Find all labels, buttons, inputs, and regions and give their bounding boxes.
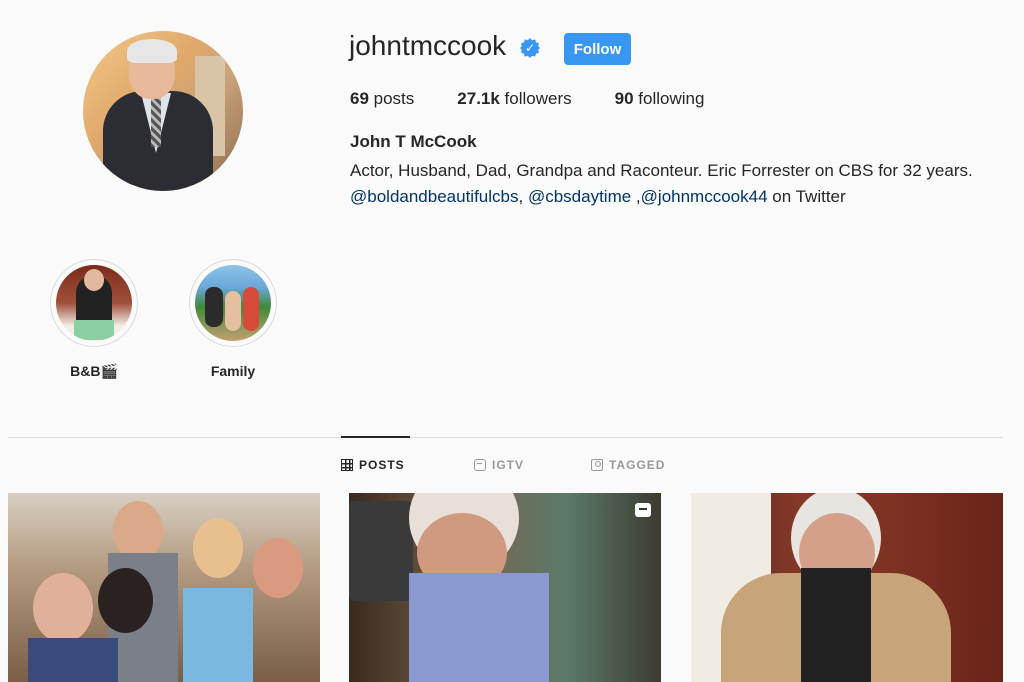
bio-text: Actor, Husband, Dad, Grandpa and Raconte… [350, 161, 973, 180]
highlight-cover [56, 265, 132, 341]
posts-count: 69 [350, 89, 369, 108]
followers-count: 27.1k [457, 89, 500, 108]
bio-link-boldandbeautifulcbs[interactable]: @boldandbeautifulcbs [350, 187, 519, 206]
photo-person [28, 638, 118, 682]
photo-face [33, 573, 93, 643]
following-label: following [633, 89, 705, 108]
posts-stat: 69 posts [350, 89, 414, 109]
cover-face [84, 269, 104, 291]
bio-suffix: on Twitter [767, 187, 846, 206]
bio-link-johnmccook44[interactable]: @johnmccook44 [641, 187, 768, 206]
following-count: 90 [614, 89, 634, 108]
bio-links-line: @boldandbeautifulcbs, @cbsdaytime ,@john… [350, 184, 973, 210]
profile-full-name: John T McCook [350, 132, 477, 151]
cover-box [74, 320, 114, 340]
highlight-ring [189, 259, 277, 347]
highlight-label: Family [210, 363, 256, 379]
tab-igtv-label: IGTV [492, 458, 525, 472]
tab-tagged[interactable]: TAGGED [591, 458, 665, 472]
igtv-icon [474, 459, 486, 471]
highlight-bb[interactable]: B&B🎬 [49, 259, 139, 380]
highlight-label: B&B🎬 [70, 363, 118, 379]
photo-face [193, 518, 243, 578]
followers-stat[interactable]: 27.1k followers [457, 89, 571, 109]
post-thumbnail-2[interactable] [349, 493, 661, 682]
cover-person [225, 291, 241, 331]
posts-label: posts [368, 89, 415, 108]
tab-tagged-label: TAGGED [609, 458, 666, 472]
avatar-tie [151, 97, 161, 147]
verified-badge-icon: ✓ [520, 38, 540, 58]
photo-phone [349, 501, 413, 601]
tab-posts-label: POSTS [359, 458, 405, 472]
highlight-cover [195, 265, 271, 341]
bio-separator: , [631, 187, 641, 206]
photo-face [113, 501, 163, 561]
igtv-badge-icon [635, 503, 651, 517]
bio-link-cbsdaytime[interactable]: @cbsdaytime [528, 187, 631, 206]
cover-person [243, 287, 259, 331]
grid-icon [341, 459, 353, 471]
tab-posts[interactable]: POSTS [341, 458, 405, 472]
following-stat[interactable]: 90 following [615, 89, 705, 109]
post-thumbnail-1[interactable] [8, 493, 320, 682]
photo-hair [98, 568, 153, 633]
active-tab-indicator [341, 436, 410, 438]
highlight-ring [50, 259, 138, 347]
highlight-family[interactable]: Family [188, 259, 278, 379]
profile-avatar[interactable] [83, 31, 243, 191]
tabs-divider [8, 437, 1003, 438]
profile-username: johntmccook [349, 30, 507, 61]
profile-bio: Actor, Husband, Dad, Grandpa and Raconte… [350, 158, 973, 210]
followers-label: followers [499, 89, 572, 108]
follow-button[interactable]: Follow [564, 33, 631, 65]
photo-shirt [801, 568, 871, 682]
tagged-icon [591, 459, 603, 471]
photo-face [253, 538, 303, 598]
cover-person [205, 287, 223, 327]
bio-separator: , [518, 187, 528, 206]
tab-igtv[interactable]: IGTV [474, 458, 524, 472]
photo-person [183, 588, 253, 682]
profile-stats: 69 posts 27.1k followers 90 following [350, 89, 747, 109]
avatar-hair [127, 39, 177, 63]
post-thumbnail-3[interactable] [691, 493, 1003, 682]
photo-shirt [409, 573, 549, 682]
